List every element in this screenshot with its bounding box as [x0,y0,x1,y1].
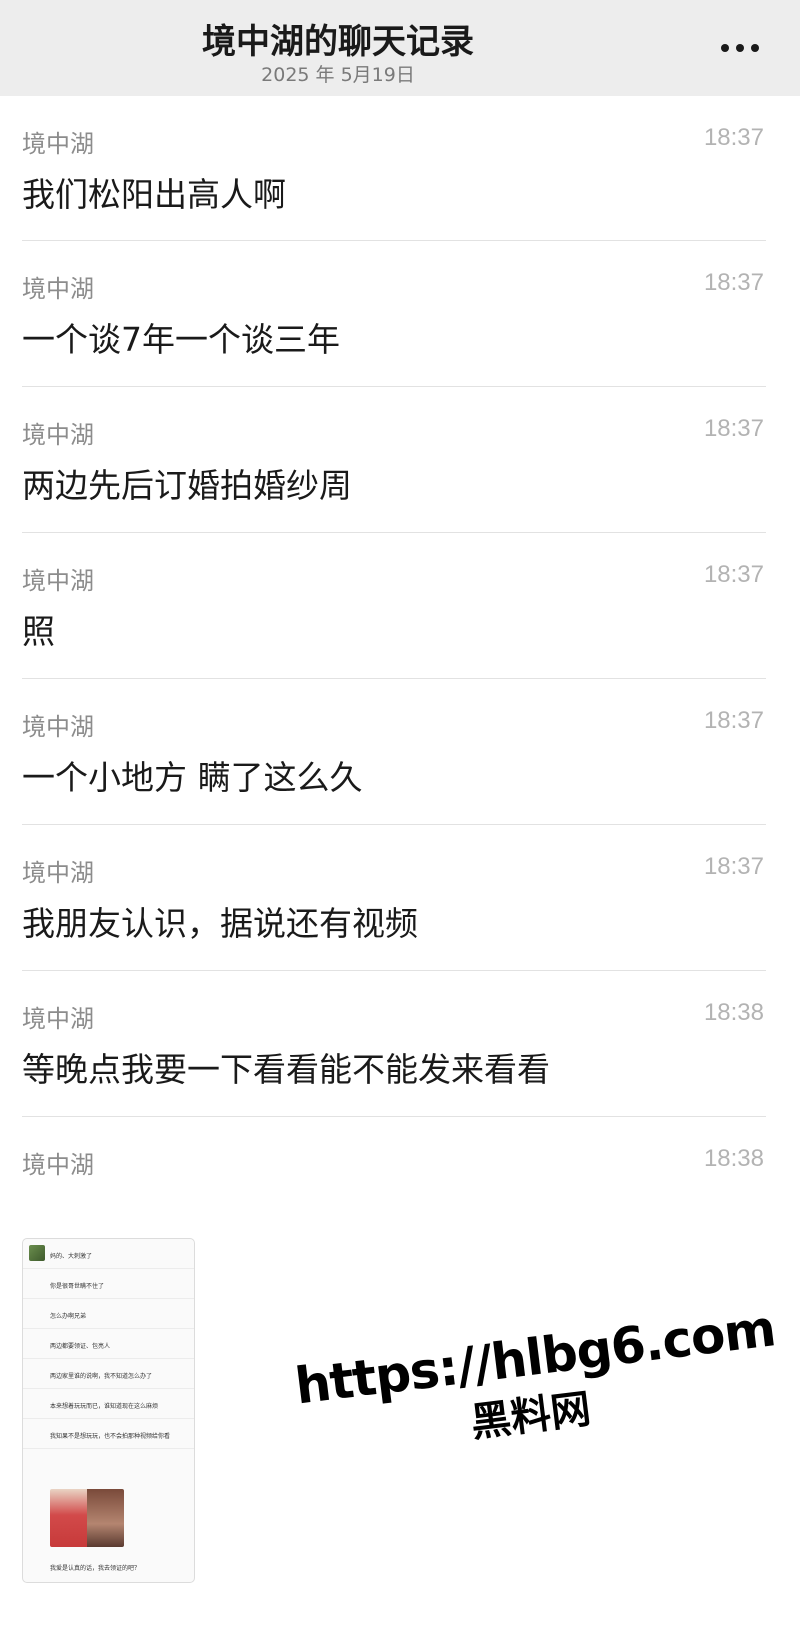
more-options-icon[interactable] [716,36,764,60]
dot [736,44,744,52]
avatar [29,1245,45,1261]
message-time: 18:37 [703,707,764,734]
message-text: 我们松阳出高人啊 [22,175,286,214]
chat-history-header: 境中湖的聊天记录 2025 年 5月19日 [0,0,800,96]
photo-right [87,1489,124,1547]
message-text: 两边先后订婚拍婚纱周 [22,466,352,505]
thumbnail-chat-text: 妈的、大刺激了 [50,1253,93,1260]
chat-history-date: 2025 年 5月19日 [261,64,415,86]
message-sender: 境中湖 [22,1005,94,1033]
thumbnail-chat-row: 两边家里谁的说啊，我不知道怎么办了 [23,1359,194,1389]
message-time: 18:37 [703,853,764,880]
message-time: 18:37 [703,124,764,151]
message-text: 一个谈7年一个谈三年 [22,320,340,359]
message-item[interactable]: 境中湖 18:37 我朋友认识，据说还有视频 [0,825,800,971]
message-text: 我朋友认识，据说还有视频 [22,904,418,943]
site-watermark: https://hlbg6.com 黑料网 [292,1299,778,1469]
message-item[interactable]: 境中湖 18:37 照 [0,533,800,679]
message-time: 18:38 [703,1145,764,1172]
thumbnail-chat-row: 本来想着玩玩而已，谁知道现在这么麻烦 [23,1389,194,1419]
message-time: 18:37 [703,269,764,296]
message-time: 18:38 [703,999,764,1026]
thumbnail-chat-text: 怎么办啊兄弟 [50,1313,87,1320]
thumbnail-chat-text: 我知果不是想玩玩，也不会拍那种视频给你看 [50,1433,171,1440]
message-text: 一个小地方 瞒了这么久 [22,758,363,797]
image-message-item[interactable]: 境中湖 18:38 [0,1117,800,1227]
message-sender: 境中湖 [22,421,94,449]
message-item[interactable]: 境中湖 18:38 等晚点我要一下看看能不能发来看看 [0,971,800,1117]
thumbnail-chat-text: 两边都要领证、包亮人 [50,1343,111,1350]
thumbnail-chat-text: 我爱是认真的话，我去领证的吧？ [50,1565,141,1572]
message-sender: 境中湖 [22,130,94,158]
message-sender: 境中湖 [22,859,94,887]
thumbnail-chat-text: 你是很哥世瞒不住了 [50,1283,105,1290]
message-item[interactable]: 境中湖 18:37 两边先后订婚拍婚纱周 [0,387,800,533]
message-item[interactable]: 境中湖 18:37 我们松阳出高人啊 [0,96,800,241]
dot [721,44,729,52]
message-sender: 境中湖 [22,1151,94,1179]
thumbnail-chat-text: 本来想着玩玩而已，谁知道现在这么麻烦 [50,1403,159,1410]
thumbnail-chat-row: 我爱是认真的话，我去领证的吧？ [23,1551,194,1581]
thumbnail-chat-row: 妈的、大刺激了 [23,1239,194,1269]
message-time: 18:37 [703,561,764,588]
thumbnail-chat-text: 两边家里谁的说啊，我不知道怎么办了 [50,1373,153,1380]
message-item[interactable]: 境中湖 18:37 一个谈7年一个谈三年 [0,241,800,387]
thumbnail-chat-row: 两边都要领证、包亮人 [23,1329,194,1359]
message-sender: 境中湖 [22,713,94,741]
message-text: 照 [22,612,55,651]
message-sender: 境中湖 [22,275,94,303]
message-time: 18:37 [703,415,764,442]
thumbnail-chat-row: 我知果不是想玩玩，也不会拍那种视频给你看 [23,1419,194,1449]
thumbnail-chat-row: 你是很哥世瞒不住了 [23,1269,194,1299]
thumbnail-chat-row: 怎么办啊兄弟 [23,1299,194,1329]
message-sender: 境中湖 [22,567,94,595]
dot [751,44,759,52]
message-text: 等晚点我要一下看看能不能发来看看 [22,1050,550,1089]
message-item[interactable]: 境中湖 18:37 一个小地方 瞒了这么久 [0,679,800,825]
chat-history-title: 境中湖的聊天记录 [202,22,474,62]
thumbnail-photo [50,1489,124,1547]
chat-screenshot-thumbnail[interactable]: 妈的、大刺激了 你是很哥世瞒不住了 怎么办啊兄弟 两边都要领证、包亮人 两边家里… [22,1238,195,1583]
photo-left [50,1489,87,1547]
